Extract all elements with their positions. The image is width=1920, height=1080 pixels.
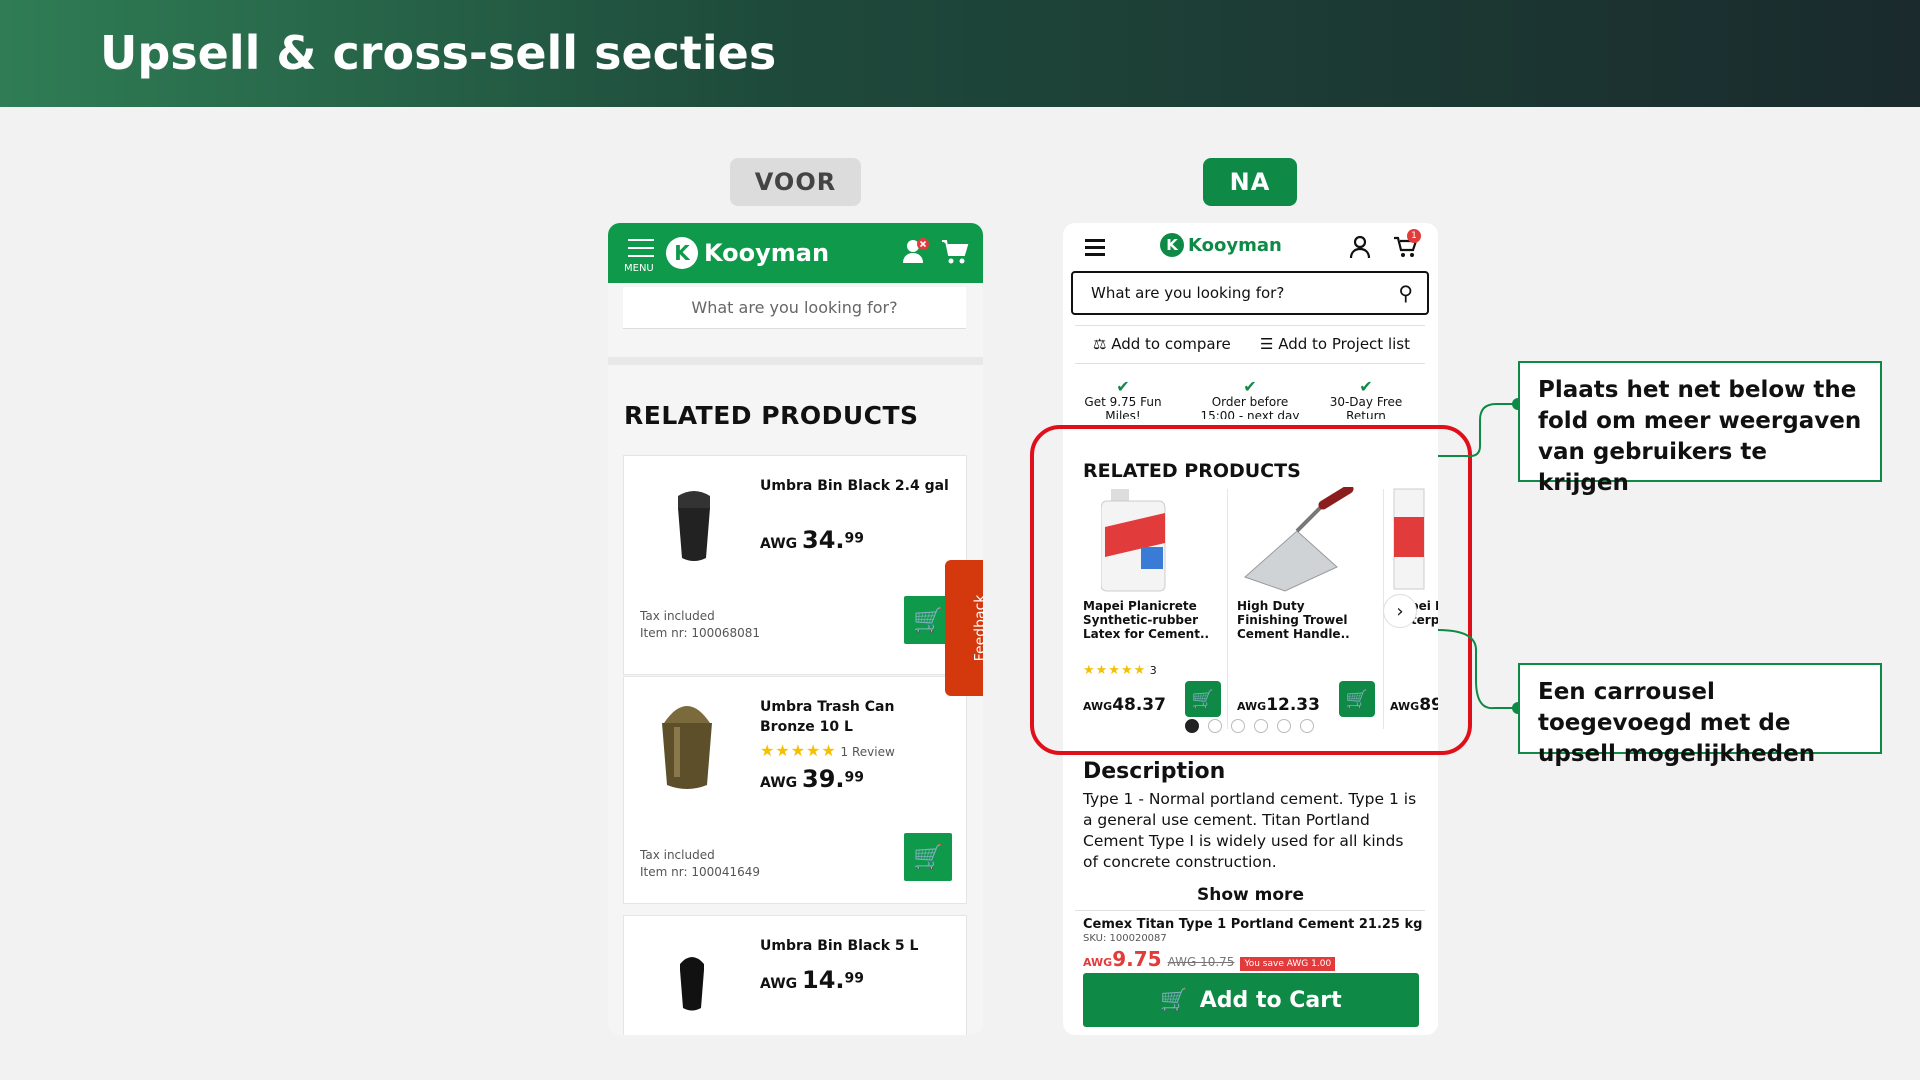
product-card[interactable]: Umbra Trash Can Bronze 10 L ★★★★★ 1 Revi… [623,676,967,904]
product-title: Cemex Titan Type 1 Portland Cement 21.25… [1083,917,1423,932]
brand-name: Kooyman [704,239,830,267]
product-rating: ★★★★★ 1 Review [760,741,895,760]
list-icon: ☰ [1260,335,1274,353]
highlight-box [1030,425,1472,755]
divider [608,357,983,365]
check-icon: ✔ [1116,379,1130,396]
after-label: NA [1203,158,1297,206]
add-to-project-list-link[interactable]: ☰ Add to Project list [1260,335,1410,353]
current-price: AWG9.75 [1083,947,1162,971]
old-price: AWG 10.75 [1167,955,1235,969]
feedback-tab[interactable]: Feedback [945,560,988,696]
product-meta: Tax included Item nr: 100068081 [640,609,761,640]
cart-count-badge: 1 [1407,229,1421,243]
menu-label: MENU [624,263,654,274]
header: MENU K Kooyman [608,223,983,283]
callout-connectors [1437,403,1518,710]
sku: SKU: 100020087 [1083,933,1167,944]
description-title: Description [1083,759,1226,784]
logo-mark-icon: K [666,237,698,269]
cart-icon[interactable] [941,239,969,272]
menu-icon[interactable] [1085,239,1105,256]
callout-fold: Plaats het net below the fold om meer we… [1518,361,1882,496]
logo[interactable]: K Kooyman [666,237,829,269]
check-icon: ✔ [1243,379,1257,396]
product-name[interactable]: Umbra Trash Can Bronze 10 L [760,697,950,737]
add-to-cart-button[interactable]: 🛒 [904,833,952,881]
before-phone-screenshot: MENU K Kooyman What are you looking for?… [608,223,983,1035]
user-icon[interactable] [1349,235,1371,259]
search-input[interactable]: What are you looking for? ⚲ [1071,271,1429,315]
logo[interactable]: K Kooyman [1160,233,1282,257]
check-icon: ✔ [1359,379,1373,396]
user-icon[interactable] [901,237,929,272]
divider [1075,325,1425,326]
savings-badge: You save AWG 1.00 [1240,957,1336,971]
product-image [662,706,712,789]
product-name[interactable]: Umbra Bin Black 5 L [760,936,950,956]
divider [1075,910,1425,911]
usp-item: ✔Order before 15:00 - next day delivery! [1200,379,1300,419]
add-to-cart-button[interactable]: 🛒 Add to Cart [1083,973,1419,1027]
header: K Kooyman 1 [1063,223,1438,273]
usp-item: ✔ Get 9.75 Fun Miles! [1073,379,1173,419]
divider [1075,363,1425,364]
search-placeholder: What are you looking for? [1091,284,1285,302]
slide-title: Upsell & cross-sell secties [100,26,777,80]
product-price: AWG 14.99 [760,966,865,994]
product-image [678,491,710,561]
product-name[interactable]: Umbra Bin Black 2.4 gal [760,476,950,496]
description-text: Type 1 - Normal portland cement. Type 1 … [1083,790,1417,871]
star-rating-icon: ★★★★★ [760,741,837,760]
search-input[interactable]: What are you looking for? [623,287,966,329]
product-meta: Tax included Item nr: 100041649 [640,848,761,879]
product-image [680,957,704,1011]
product-price: AWG 34.99 [760,526,865,554]
price-bar: AWG9.75 AWG 10.75 You save AWG 1.00 [1083,947,1336,971]
show-more-link[interactable]: Show more [1063,885,1438,905]
cart-icon: 🛒 [1160,987,1188,1013]
search-icon[interactable]: ⚲ [1398,281,1413,305]
product-price: AWG 39.99 [760,765,865,793]
usp-item: ✔ 30-Day Free Return [1316,379,1416,419]
compare-icon: ⚖ [1093,335,1107,353]
callout-carousel: Een carrousel toegevoegd met de upsell m… [1518,663,1882,767]
menu-icon[interactable] [628,239,654,263]
logo-mark-icon: K [1160,233,1184,257]
add-to-compare-link[interactable]: ⚖ Add to compare [1093,335,1231,353]
feedback-label: Feedback [972,594,989,662]
before-label: VOOR [730,158,861,206]
brand-name: Kooyman [1188,234,1282,256]
related-products-title: RELATED PRODUCTS [624,401,919,430]
product-card[interactable]: Umbra Bin Black 2.4 gal AWG 34.99 Tax in… [623,455,967,675]
product-card[interactable]: Umbra Bin Black 5 L AWG 14.99 [623,915,967,1035]
